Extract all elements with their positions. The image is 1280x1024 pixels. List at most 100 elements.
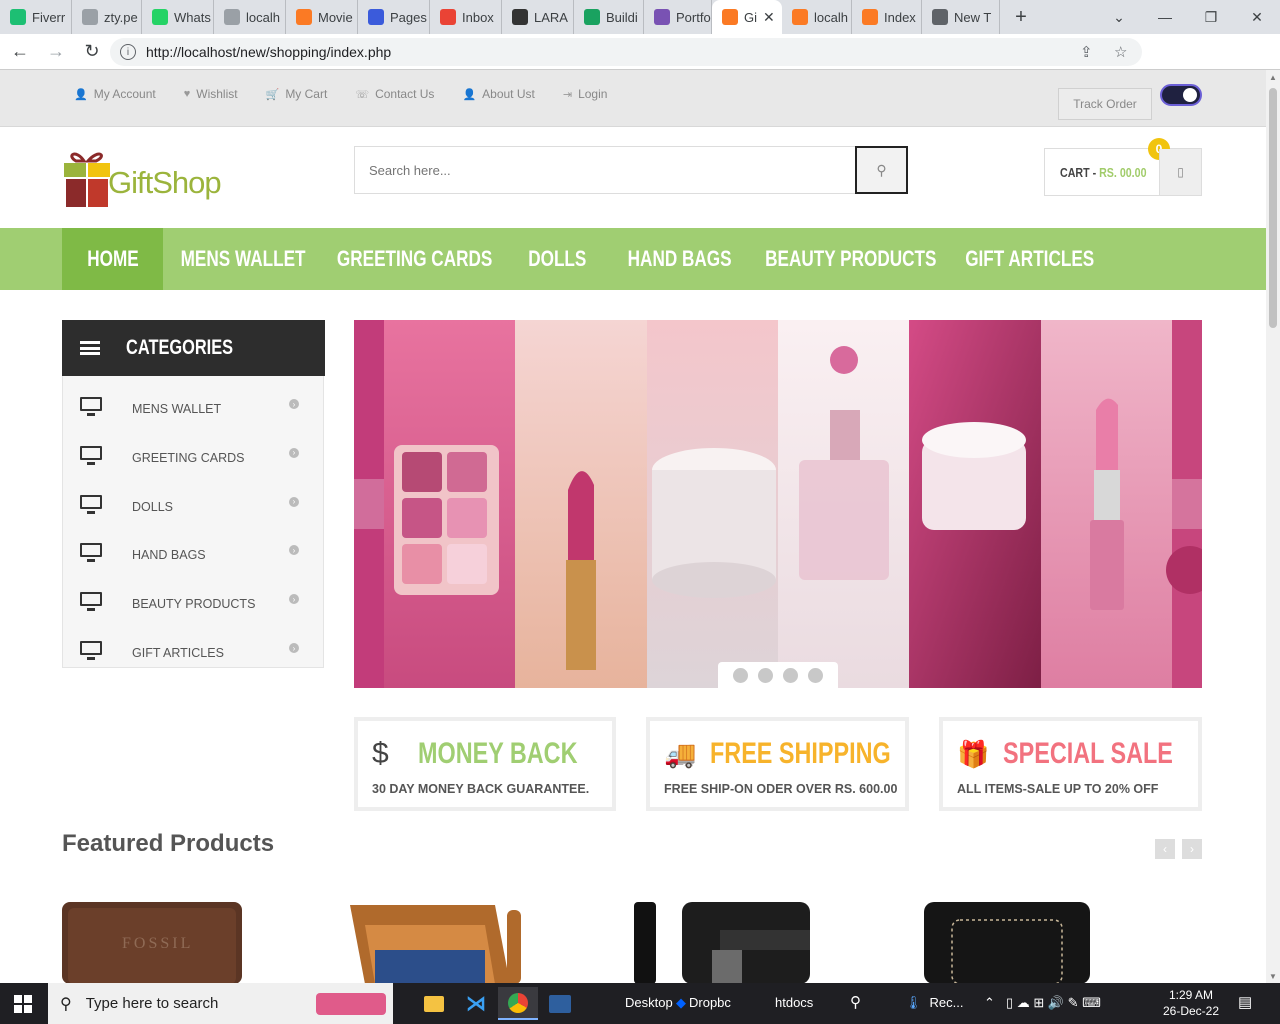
minimize-icon[interactable]: — — [1142, 0, 1188, 34]
browser-tab[interactable]: New T — [922, 0, 1000, 34]
featured-next-button[interactable]: › — [1182, 839, 1202, 859]
product-card[interactable] — [630, 900, 815, 983]
forward-icon[interactable]: → — [40, 36, 72, 68]
featured-prev-button[interactable]: ‹ — [1155, 839, 1175, 859]
cart-icon[interactable]: ▯ — [1159, 149, 1201, 195]
sidebar-item-greeting-cards[interactable]: GREETING CARDS › — [63, 432, 323, 480]
scroll-up-icon[interactable]: ▲ — [1266, 70, 1280, 84]
top-link[interactable]: 🛒 My Cart — [266, 87, 328, 101]
slider-dot[interactable] — [808, 667, 823, 683]
top-link[interactable]: 👤 My Account — [74, 87, 156, 101]
product-card[interactable] — [922, 900, 1092, 983]
url-text[interactable]: http://localhost/new/shopping/index.php — [146, 44, 391, 60]
sidebar-item-beauty-products[interactable]: BEAUTY PRODUCTS › — [63, 578, 323, 626]
taskbar-desktop[interactable]: Desktop — [625, 995, 673, 1010]
xampp-icon — [792, 9, 808, 25]
gift-icon: 🎁 — [957, 739, 990, 769]
sidebar-item-dolls[interactable]: DOLLS › — [63, 481, 323, 529]
taskbar-recorder[interactable]: 🌡 Rec... — [905, 995, 963, 1011]
tab-title: Whats — [174, 9, 211, 25]
site-header: GiftShop ⚲ CART - RS. 00.00 0 ▯ — [0, 127, 1266, 228]
giftshop-logo[interactable]: GiftShop — [62, 147, 252, 209]
url-field[interactable]: i http://localhost/new/shopping/index.ph… — [110, 38, 1142, 66]
taskbar-dropbox[interactable]: ◆ Dropbc — [676, 995, 731, 1011]
pages-icon — [368, 9, 384, 25]
slider-prev-button[interactable] — [354, 479, 384, 529]
file-explorer-icon[interactable] — [414, 987, 454, 1020]
browser-tab[interactable]: Movie — [286, 0, 358, 34]
browser-tab[interactable]: Whats — [142, 0, 214, 34]
top-link[interactable]: ♥ Wishlist — [184, 87, 238, 101]
scroll-down-icon[interactable]: ▼ — [1266, 969, 1280, 983]
chevron-right-icon: › — [289, 496, 299, 507]
slider-dot[interactable] — [783, 667, 798, 683]
taskbar-search[interactable]: ⚲ Type here to search — [48, 983, 393, 1024]
top-link[interactable]: ☏ Contact Us — [355, 87, 434, 101]
notification-icon[interactable]: ▤ — [1238, 993, 1252, 1011]
nav-hand-bags[interactable]: HAND BAGS — [607, 228, 753, 290]
slider-next-button[interactable] — [1172, 479, 1202, 529]
cart-widget[interactable]: CART - RS. 00.00 0 ▯ — [1044, 138, 1202, 196]
browser-tab[interactable]: Gi ✕ — [712, 0, 782, 34]
nav-beauty-products[interactable]: BEAUTY PRODUCTS — [753, 228, 949, 290]
theme-toggle[interactable] — [1160, 84, 1202, 106]
restore-icon[interactable]: ❐ — [1188, 0, 1234, 34]
reload-icon[interactable]: ↻ — [76, 36, 108, 68]
share-icon[interactable]: ⇪ — [1080, 38, 1093, 66]
search-icon: ⚲ — [60, 995, 72, 1013]
categories-header: CATEGORIES — [62, 320, 325, 376]
browser-tab[interactable]: localh — [214, 0, 286, 34]
app-window-icon[interactable] — [540, 987, 580, 1020]
browser-tab[interactable]: Index — [852, 0, 922, 34]
nav-greeting-cards[interactable]: GREETING CARDS — [323, 228, 507, 290]
close-window-icon[interactable]: ✕ — [1234, 0, 1280, 34]
browser-tab[interactable]: zty.pe — [72, 0, 142, 34]
nav-label: MENS WALLET — [180, 246, 306, 271]
slider-dot[interactable] — [758, 667, 773, 683]
browser-tab[interactable]: Portfo — [644, 0, 712, 34]
nav-home[interactable]: HOME — [62, 228, 163, 290]
chrome-icon[interactable] — [498, 987, 538, 1020]
system-clock[interactable]: 1:29 AM 26-Dec-22 — [1160, 987, 1222, 1019]
top-link[interactable]: 👤 About Ust — [462, 87, 534, 101]
product-card[interactable] — [345, 900, 530, 983]
main-navigation: HOME MENS WALLET GREETING CARDS DOLLS HAND B… — [0, 228, 1266, 290]
back-icon[interactable]: ← — [4, 36, 36, 68]
sidebar-item-mens-wallet[interactable]: MENS WALLET › — [63, 383, 323, 431]
windows-start-icon[interactable] — [14, 995, 32, 1013]
tab-title: Fiverr — [32, 9, 66, 25]
sidebar-item-hand-bags[interactable]: HAND BAGS › — [63, 529, 323, 577]
tray-chevron-icon[interactable]: ⌃ — [984, 995, 995, 1011]
dollar-icon: $ — [372, 737, 389, 770]
search-input[interactable] — [355, 147, 855, 193]
vscode-icon[interactable]: ⋊ — [456, 987, 496, 1020]
bookmark-star-icon[interactable]: ☆ — [1114, 38, 1127, 66]
top-link[interactable]: ⇥ Login — [563, 87, 608, 101]
slider-dot[interactable] — [733, 667, 748, 683]
people-icon[interactable]: ⚲ — [850, 993, 861, 1011]
taskbar-htdocs[interactable]: htdocs — [775, 995, 813, 1010]
product-card[interactable]: FOSSIL — [62, 900, 242, 983]
browser-tab[interactable]: Buildi — [574, 0, 644, 34]
svg-text:FOSSIL: FOSSIL — [122, 935, 193, 952]
browser-tab[interactable]: localh — [782, 0, 852, 34]
nav-dolls[interactable]: DOLLS — [507, 228, 607, 290]
browser-tab[interactable]: Inbox — [430, 0, 502, 34]
tab-search-icon[interactable]: ⌄ — [1096, 0, 1142, 34]
sidebar-item-gift-articles[interactable]: GIFT ARTICLES › — [63, 627, 323, 675]
track-order-button[interactable]: Track Order — [1058, 88, 1152, 120]
nav-mens-wallet[interactable]: MENS WALLET — [163, 228, 323, 290]
tray-icons[interactable]: ▯ ☁ ⊞ 🔊 ✎ ⌨ — [1006, 995, 1101, 1011]
site-info-icon[interactable]: i — [120, 44, 136, 60]
monitor-icon — [80, 641, 102, 660]
browser-tab[interactable]: Fiverr — [0, 0, 72, 34]
search-button[interactable]: ⚲ — [855, 146, 908, 194]
browser-tab[interactable]: LARA — [502, 0, 574, 34]
feature-money-back: $ MONEY BACK 30 DAY MONEY BACK GUARANTEE. — [354, 717, 616, 811]
nav-gift-articles[interactable]: GIFT ARTICLES — [949, 228, 1111, 290]
browser-tab[interactable]: Pages — [358, 0, 430, 34]
page-scrollbar[interactable]: ▲ ▼ — [1266, 70, 1280, 983]
close-tab-icon[interactable]: ✕ — [763, 9, 775, 26]
new-tab-button[interactable]: + — [1004, 0, 1038, 34]
scrollbar-thumb[interactable] — [1269, 88, 1277, 328]
